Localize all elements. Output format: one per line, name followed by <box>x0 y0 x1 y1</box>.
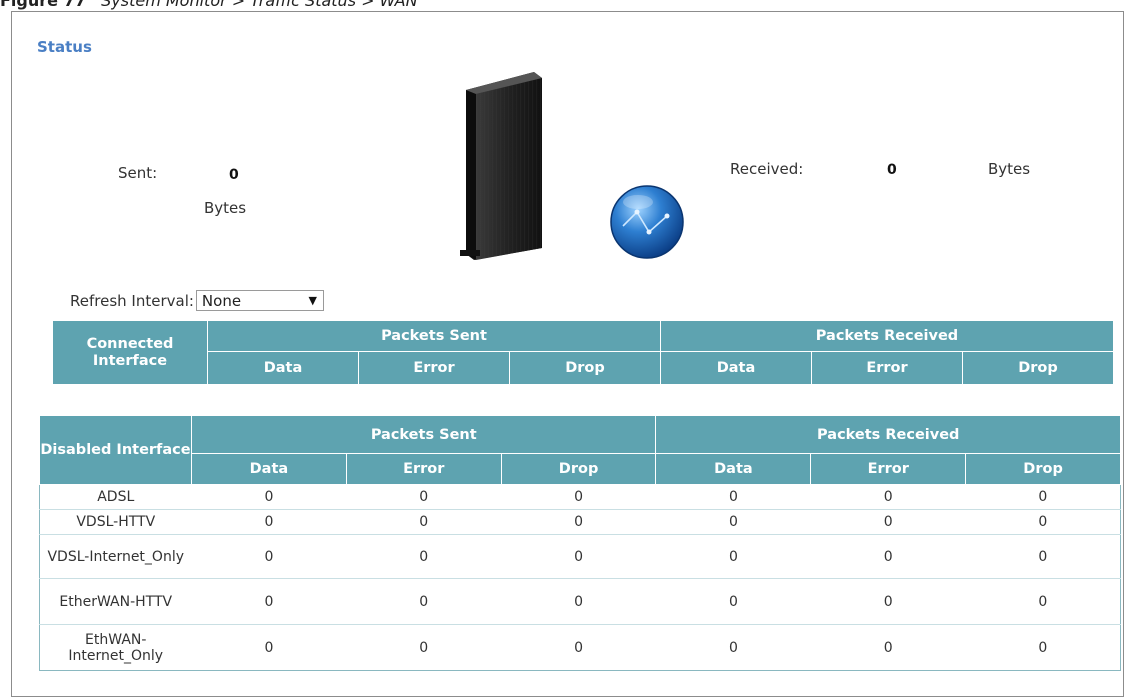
cell-value: 0 <box>1038 593 1048 610</box>
connected-interface-table: Connected Interface Packets Sent Packets… <box>52 320 1114 385</box>
cell-value: 0 <box>574 514 584 530</box>
cell-value: 0 <box>883 514 893 530</box>
cell-value: 0 <box>419 514 429 530</box>
table-row: EthWAN-Internet_Only 0 0 0 0 0 0 <box>40 625 1121 671</box>
sent-unit: Bytes <box>204 199 247 217</box>
traffic-status-panel: Status Sent: 0 Bytes Received: 0 Bytes R… <box>11 11 1124 697</box>
cell-value: 0 <box>1038 639 1048 656</box>
cell-value: 0 <box>883 489 893 505</box>
refresh-interval-label: Refresh Interval: <box>70 291 194 310</box>
cell-value: 0 <box>728 593 738 610</box>
packets-received-header: Packets Received <box>660 320 1114 352</box>
sent-label: Sent: <box>118 164 158 182</box>
cell-value: 0 <box>728 548 738 565</box>
status-title: Status <box>37 38 92 56</box>
interface-name: EthWAN-Internet_Only <box>68 631 164 664</box>
interface-name: VDSL-HTTV <box>76 514 156 530</box>
cell-value: 0 <box>883 593 893 610</box>
cell-value: 0 <box>574 548 584 565</box>
col-received-drop: Drop <box>965 453 1121 485</box>
received-unit: Bytes <box>988 160 1031 178</box>
col-received-error: Error <box>811 351 963 385</box>
sent-value: 0 <box>229 167 239 183</box>
col-sent-drop: Drop <box>500 453 657 485</box>
connected-interface-header: Connected Interface <box>52 320 208 385</box>
cell-value: 0 <box>883 639 893 656</box>
col-sent-data: Data <box>207 351 359 385</box>
refresh-interval: Refresh Interval: None ▼ <box>70 290 324 311</box>
col-sent-drop: Drop <box>509 351 661 385</box>
received-label: Received: <box>730 160 804 178</box>
received-value: 0 <box>887 162 897 178</box>
cell-value: 0 <box>728 639 738 656</box>
interface-name: EtherWAN-HTTV <box>59 593 173 610</box>
disabled-interface-header: Disabled Interface <box>39 415 192 485</box>
col-sent-data: Data <box>191 453 347 485</box>
cell-value: 0 <box>883 548 893 565</box>
internet-globe-icon <box>610 185 684 259</box>
cell-value: 0 <box>728 514 738 530</box>
cell-value: 0 <box>1038 489 1048 505</box>
cell-value: 0 <box>264 593 274 610</box>
cell-value: 0 <box>574 489 584 505</box>
cell-value: 0 <box>264 548 274 565</box>
cell-value: 0 <box>264 489 274 505</box>
refresh-interval-select[interactable]: None ▼ <box>195 290 324 311</box>
packets-sent-header: Packets Sent <box>207 320 661 352</box>
col-received-data: Data <box>660 351 812 385</box>
cell-value: 0 <box>574 593 584 610</box>
cell-value: 0 <box>419 593 429 610</box>
packets-sent-header: Packets Sent <box>190 415 657 454</box>
cell-value: 0 <box>419 639 429 656</box>
table-row: VDSL-Internet_Only 0 0 0 0 0 0 <box>39 535 1121 579</box>
col-sent-error: Error <box>345 453 502 485</box>
cell-value: 0 <box>1038 514 1048 530</box>
cell-value: 0 <box>728 489 738 505</box>
disabled-interface-table: Disabled Interface Packets Sent Packets … <box>39 415 1121 671</box>
col-received-error: Error <box>810 453 967 485</box>
col-received-drop: Drop <box>962 351 1114 385</box>
cell-value: 0 <box>264 514 274 530</box>
dropdown-arrow-icon: ▼ <box>308 294 317 307</box>
cell-value: 0 <box>1038 548 1048 565</box>
table-row: VDSL-HTTV 0 0 0 0 0 0 <box>39 510 1121 535</box>
interface-name: ADSL <box>97 489 135 505</box>
table-row: ADSL 0 0 0 0 0 0 <box>39 485 1121 510</box>
figure-label: Figure 77 <box>0 0 86 10</box>
router-device-icon <box>460 72 542 260</box>
packets-received-header: Packets Received <box>655 415 1121 454</box>
col-received-data: Data <box>655 453 812 485</box>
cell-value: 0 <box>264 639 274 656</box>
table-row: EtherWAN-HTTV 0 0 0 0 0 0 <box>39 579 1121 625</box>
cell-value: 0 <box>419 489 429 505</box>
interface-name: VDSL-Internet_Only <box>47 548 184 565</box>
cell-value: 0 <box>419 548 429 565</box>
col-sent-error: Error <box>358 351 510 385</box>
figure-caption: Figure 77 System Monitor > Traffic Statu… <box>0 0 418 10</box>
refresh-interval-value: None <box>201 291 242 310</box>
figure-title: System Monitor > Traffic Status > WAN <box>101 0 418 10</box>
cell-value: 0 <box>574 639 584 656</box>
